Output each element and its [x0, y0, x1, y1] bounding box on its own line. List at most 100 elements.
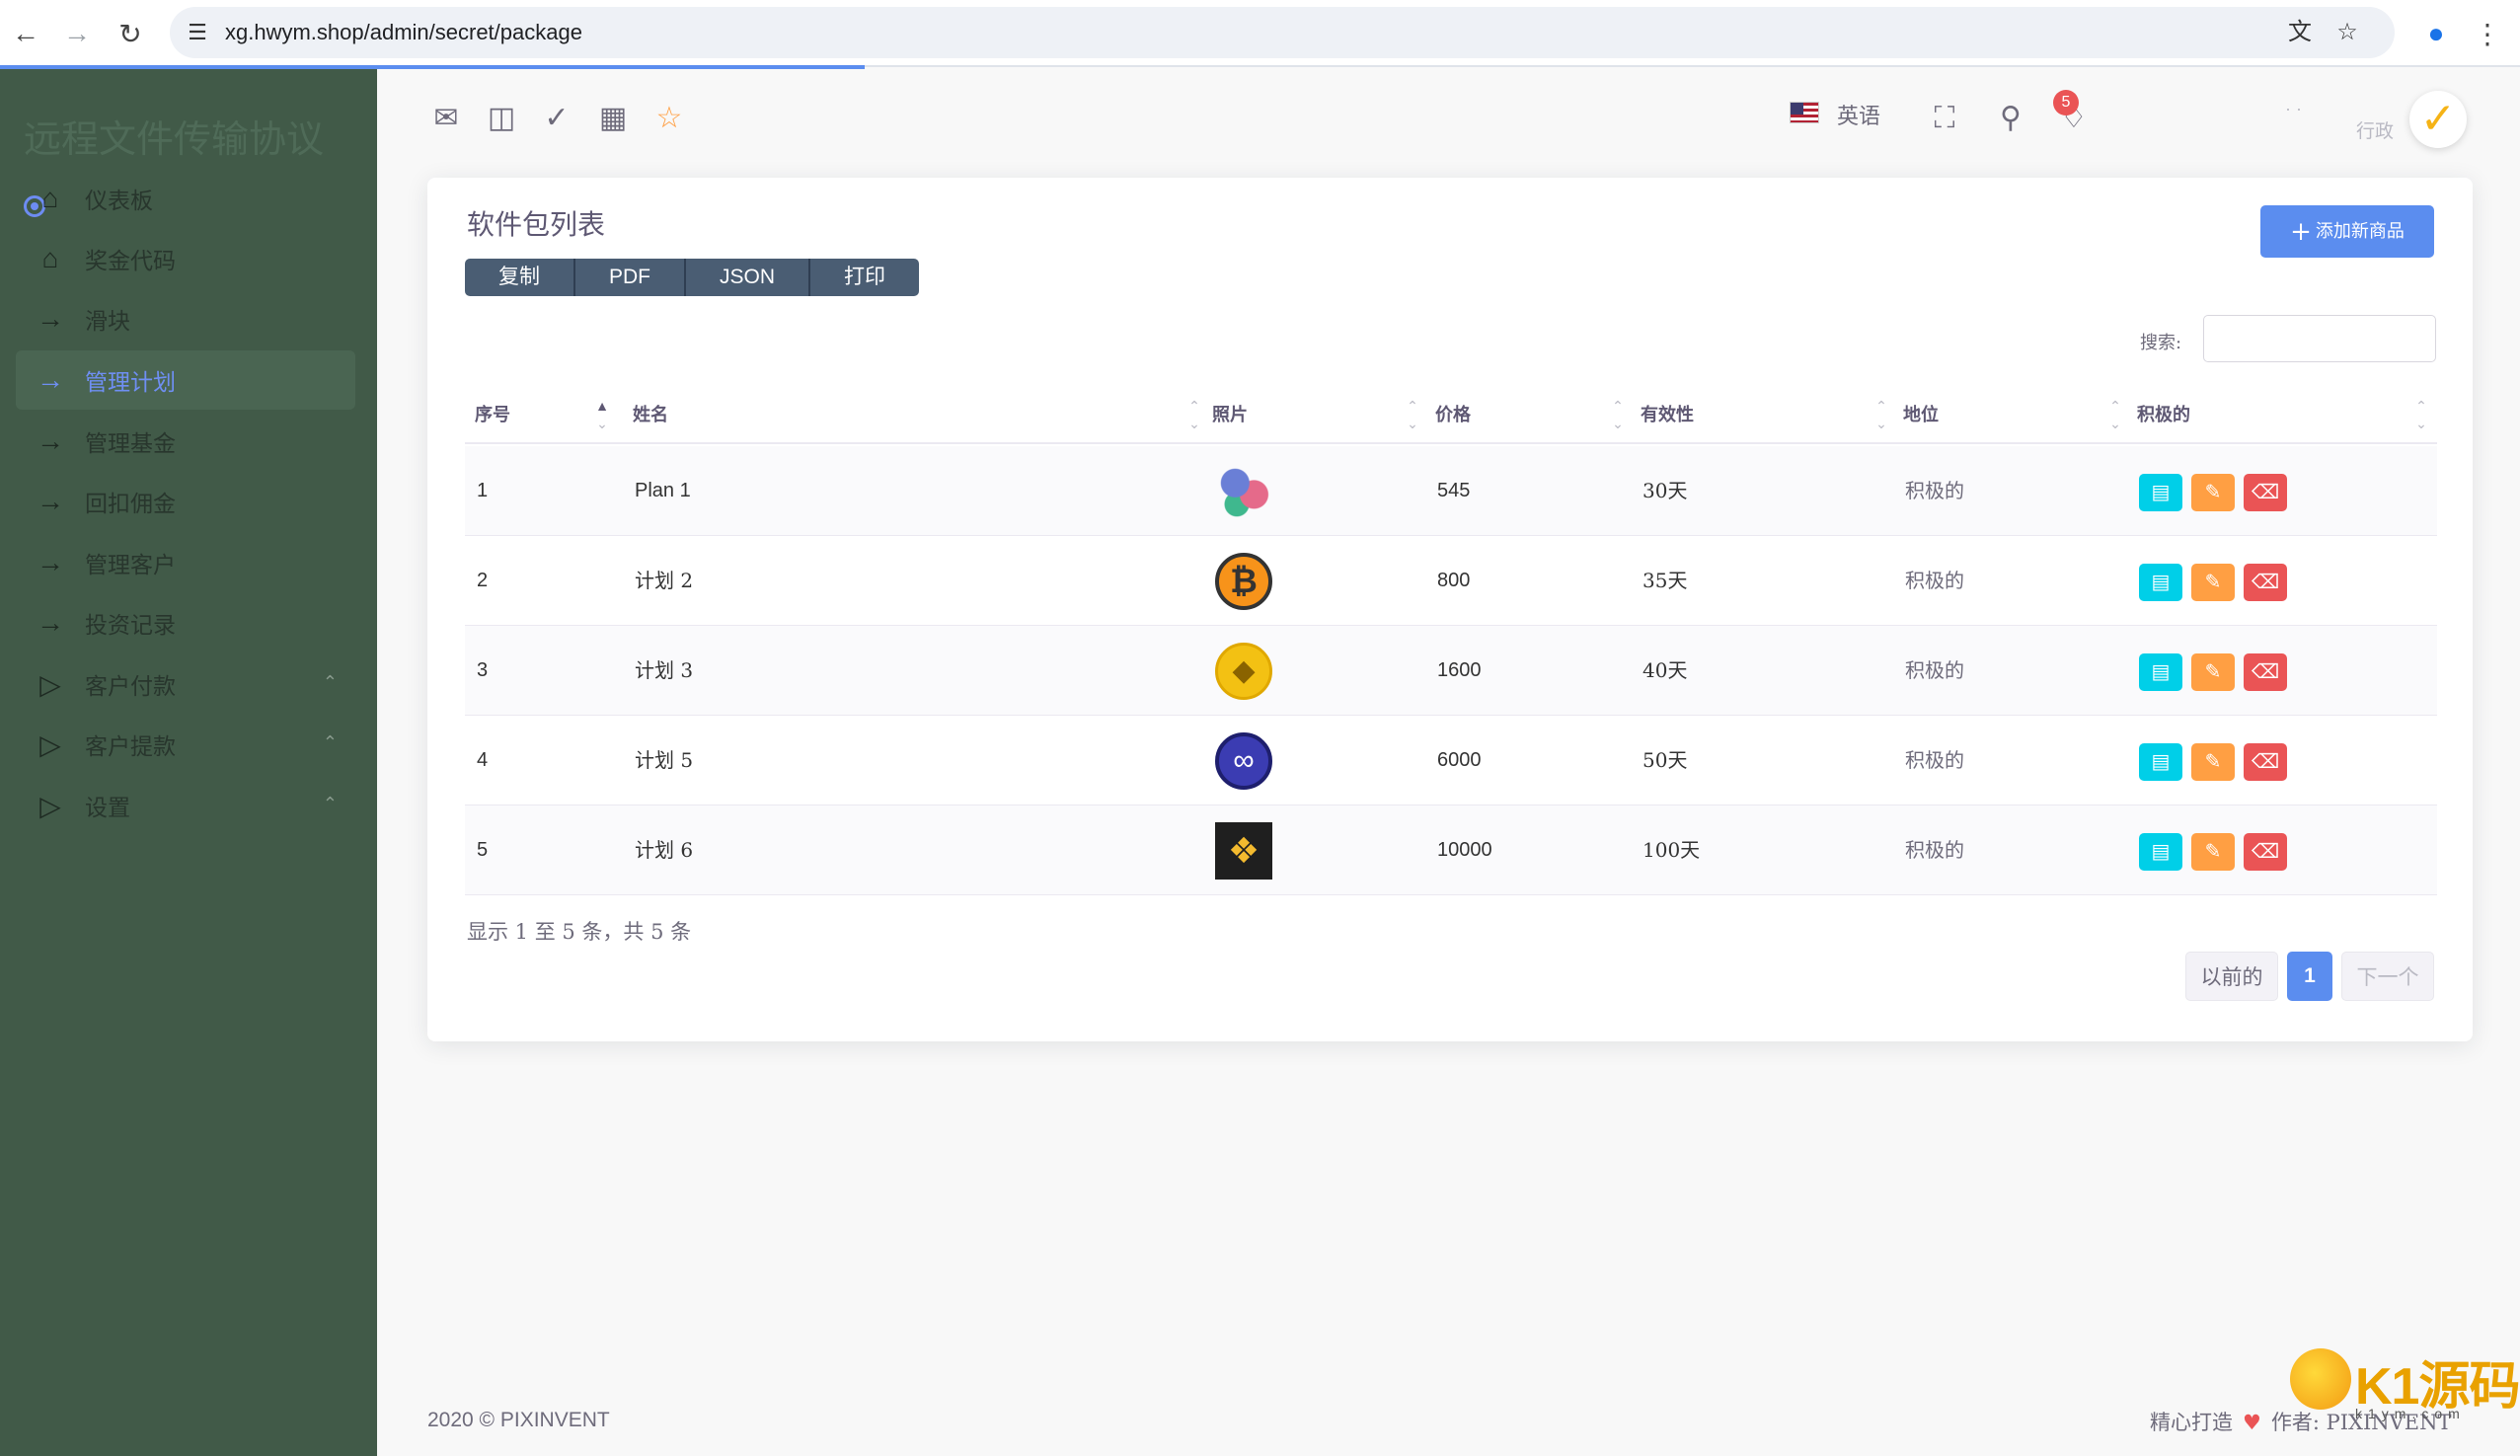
sort-icon[interactable]: ▲ ⌄: [594, 397, 610, 432]
site-settings-icon[interactable]: ☰: [184, 19, 211, 46]
sort-icon[interactable]: ⌃ ⌄: [2413, 397, 2429, 432]
view-button[interactable]: ▤: [2139, 653, 2182, 691]
export-button-group: 复制 PDF JSON 打印: [465, 259, 920, 296]
cell-validity: 50天: [1642, 748, 1688, 772]
us-flag-icon[interactable]: [1790, 102, 1819, 123]
sidebar-item-rebate-commission[interactable]: → 回扣佣金: [16, 472, 355, 531]
pagination-prev[interactable]: 以前的: [2185, 952, 2278, 1001]
top-navbar: ✉ ◫ ✓ ▦ ☆ ⛶ ⚲ ♢: [377, 69, 2520, 168]
play-icon: ▷: [39, 668, 61, 700]
cell-id: 5: [477, 839, 489, 861]
delete-button[interactable]: ⌫: [2244, 564, 2287, 601]
copy-button[interactable]: 复制: [465, 259, 575, 296]
back-icon[interactable]: ←: [6, 14, 45, 53]
user-name[interactable]: · ·: [2285, 99, 2302, 119]
sort-icon[interactable]: ⌃ ⌄: [2107, 397, 2123, 432]
cell-price: 10000: [1437, 839, 1492, 861]
url-text[interactable]: xg.hwym.shop/admin/secret/package: [225, 19, 582, 46]
sidebar-item-investment-records[interactable]: → 投资记录: [16, 593, 355, 652]
view-button[interactable]: ▤: [2139, 564, 2182, 601]
cell-name: 计划 3: [635, 658, 694, 682]
calendar-icon[interactable]: ▦: [593, 99, 633, 138]
pagination-page-1[interactable]: 1: [2287, 952, 2332, 1001]
delete-button[interactable]: ⌫: [2244, 833, 2287, 871]
column-header-actions[interactable]: 积极的: [2137, 387, 2190, 444]
pdf-button[interactable]: PDF: [575, 259, 686, 296]
forward-icon[interactable]: →: [57, 14, 97, 53]
bnb-coin-icon: ❖: [1215, 822, 1272, 880]
sort-icon[interactable]: ⌃ ⌄: [1405, 397, 1420, 432]
table-row: 1 Plan 1 545 30天 积极的 ▤ ✎ ⌫: [465, 446, 2437, 536]
sidebar-item-label: 管理客户: [85, 553, 176, 578]
cell-price: 545: [1437, 480, 1471, 501]
pagination-next[interactable]: 下一个: [2341, 952, 2434, 1001]
footer-made-with: 精心打造: [2150, 1411, 2233, 1434]
edit-button[interactable]: ✎: [2191, 564, 2235, 601]
sort-icon[interactable]: ⌃ ⌄: [1186, 397, 1202, 432]
sidebar-item-manage-customers[interactable]: → 管理客户: [16, 533, 355, 592]
column-header-name[interactable]: 姓名: [633, 387, 668, 444]
column-header-validity[interactable]: 有效性: [1641, 387, 1694, 444]
print-button[interactable]: 打印: [810, 259, 919, 296]
view-button[interactable]: ▤: [2139, 743, 2182, 781]
language-selector[interactable]: 英语: [1837, 99, 1880, 130]
sidebar-item-customer-payments[interactable]: ▷ 客户付款 ⌃: [16, 654, 355, 714]
view-button[interactable]: ▤: [2139, 833, 2182, 871]
user-role[interactable]: 行政: [2356, 116, 2394, 143]
sidebar-item-label: 管理计划: [85, 370, 176, 396]
edit-button[interactable]: ✎: [2191, 833, 2235, 871]
sidebar-item-dashboard[interactable]: ⌂ 仪表板: [16, 169, 355, 228]
sidebar-item-customer-withdrawals[interactable]: ▷ 客户提款 ⌃: [16, 715, 355, 774]
sidebar-item-slider[interactable]: → 滑块: [16, 289, 355, 348]
sidebar-item-bonus-code[interactable]: ⌂ 奖金代码: [16, 229, 355, 288]
sort-icon[interactable]: ⌃ ⌄: [1610, 397, 1626, 432]
todo-check-icon[interactable]: ✓: [537, 99, 576, 138]
address-bar[interactable]: ☰ xg.hwym.shop/admin/secret/package 文 ☆: [170, 7, 2395, 58]
translate-icon[interactable]: 文: [2284, 17, 2316, 48]
arrow-right-icon: →: [37, 364, 64, 395]
add-button-label: 添加新商品: [2315, 221, 2405, 242]
search-icon[interactable]: ⚲: [1991, 99, 2030, 138]
arrow-right-icon: →: [37, 303, 64, 334]
chat-icon[interactable]: ◫: [482, 99, 521, 138]
polkadot-coin-icon: [1215, 463, 1272, 520]
edit-button[interactable]: ✎: [2191, 653, 2235, 691]
profile-icon[interactable]: ●: [2416, 14, 2456, 53]
delete-button[interactable]: ⌫: [2244, 743, 2287, 781]
sidebar-item-label: 投资记录: [85, 613, 176, 639]
brand-title[interactable]: 远程文件传输协议: [24, 109, 324, 163]
view-button[interactable]: ▤: [2139, 474, 2182, 511]
fullscreen-icon[interactable]: ⛶: [1925, 99, 1964, 138]
polygon-coin-icon: ∞: [1215, 732, 1272, 790]
mail-icon[interactable]: ✉: [426, 99, 466, 138]
edit-button[interactable]: ✎: [2191, 743, 2235, 781]
plus-icon: +: [2290, 216, 2312, 247]
bookmark-star-icon[interactable]: ☆: [649, 99, 689, 138]
delete-button[interactable]: ⌫: [2244, 653, 2287, 691]
column-header-status[interactable]: 地位: [1903, 387, 1939, 444]
sort-icon[interactable]: ⌃ ⌄: [1873, 397, 1889, 432]
column-header-id[interactable]: 序号: [475, 387, 510, 444]
delete-button[interactable]: ⌫: [2244, 474, 2287, 511]
sidebar-item-settings[interactable]: ▷ 设置 ⌃: [16, 776, 355, 835]
reload-icon[interactable]: ↻: [111, 14, 150, 53]
table-row: 4 计划 5 ∞ 6000 50天 积极的 ▤ ✎ ⌫: [465, 716, 2437, 805]
column-header-price[interactable]: 价格: [1435, 387, 1471, 444]
cell-validity: 40天: [1642, 658, 1688, 682]
bookmark-star-icon[interactable]: ☆: [2331, 17, 2363, 48]
sidebar-item-manage-plans[interactable]: → 管理计划: [16, 350, 355, 410]
column-header-photo[interactable]: 照片: [1212, 387, 1248, 444]
sidebar-item-label: 仪表板: [85, 189, 153, 214]
sidebar-item-label: 设置: [85, 796, 130, 821]
avatar[interactable]: ✓: [2409, 91, 2467, 148]
chevron-up-icon: ⌃: [322, 672, 338, 692]
cell-id: 4: [477, 749, 489, 771]
json-button[interactable]: JSON: [686, 259, 811, 296]
sidebar-item-manage-funds[interactable]: → 管理基金: [16, 412, 355, 471]
search-input[interactable]: [2203, 315, 2436, 362]
edit-button[interactable]: ✎: [2191, 474, 2235, 511]
table-header: 序号 ▲ ⌄ 姓名 ⌃ ⌄ 照片 ⌃ ⌄ 价格 ⌃ ⌄ 有效性 ⌃ ⌄ 地位 ⌃ ⌄ 积极的…: [465, 387, 2437, 444]
package-list-card: 软件包列表 复制 PDF JSON 打印 + 添加新商品 搜索: 序号 ▲ ⌄ 姓名…: [427, 178, 2473, 1041]
add-new-item-button[interactable]: + 添加新商品: [2260, 205, 2434, 258]
browser-menu-icon[interactable]: ⋮: [2468, 14, 2507, 53]
